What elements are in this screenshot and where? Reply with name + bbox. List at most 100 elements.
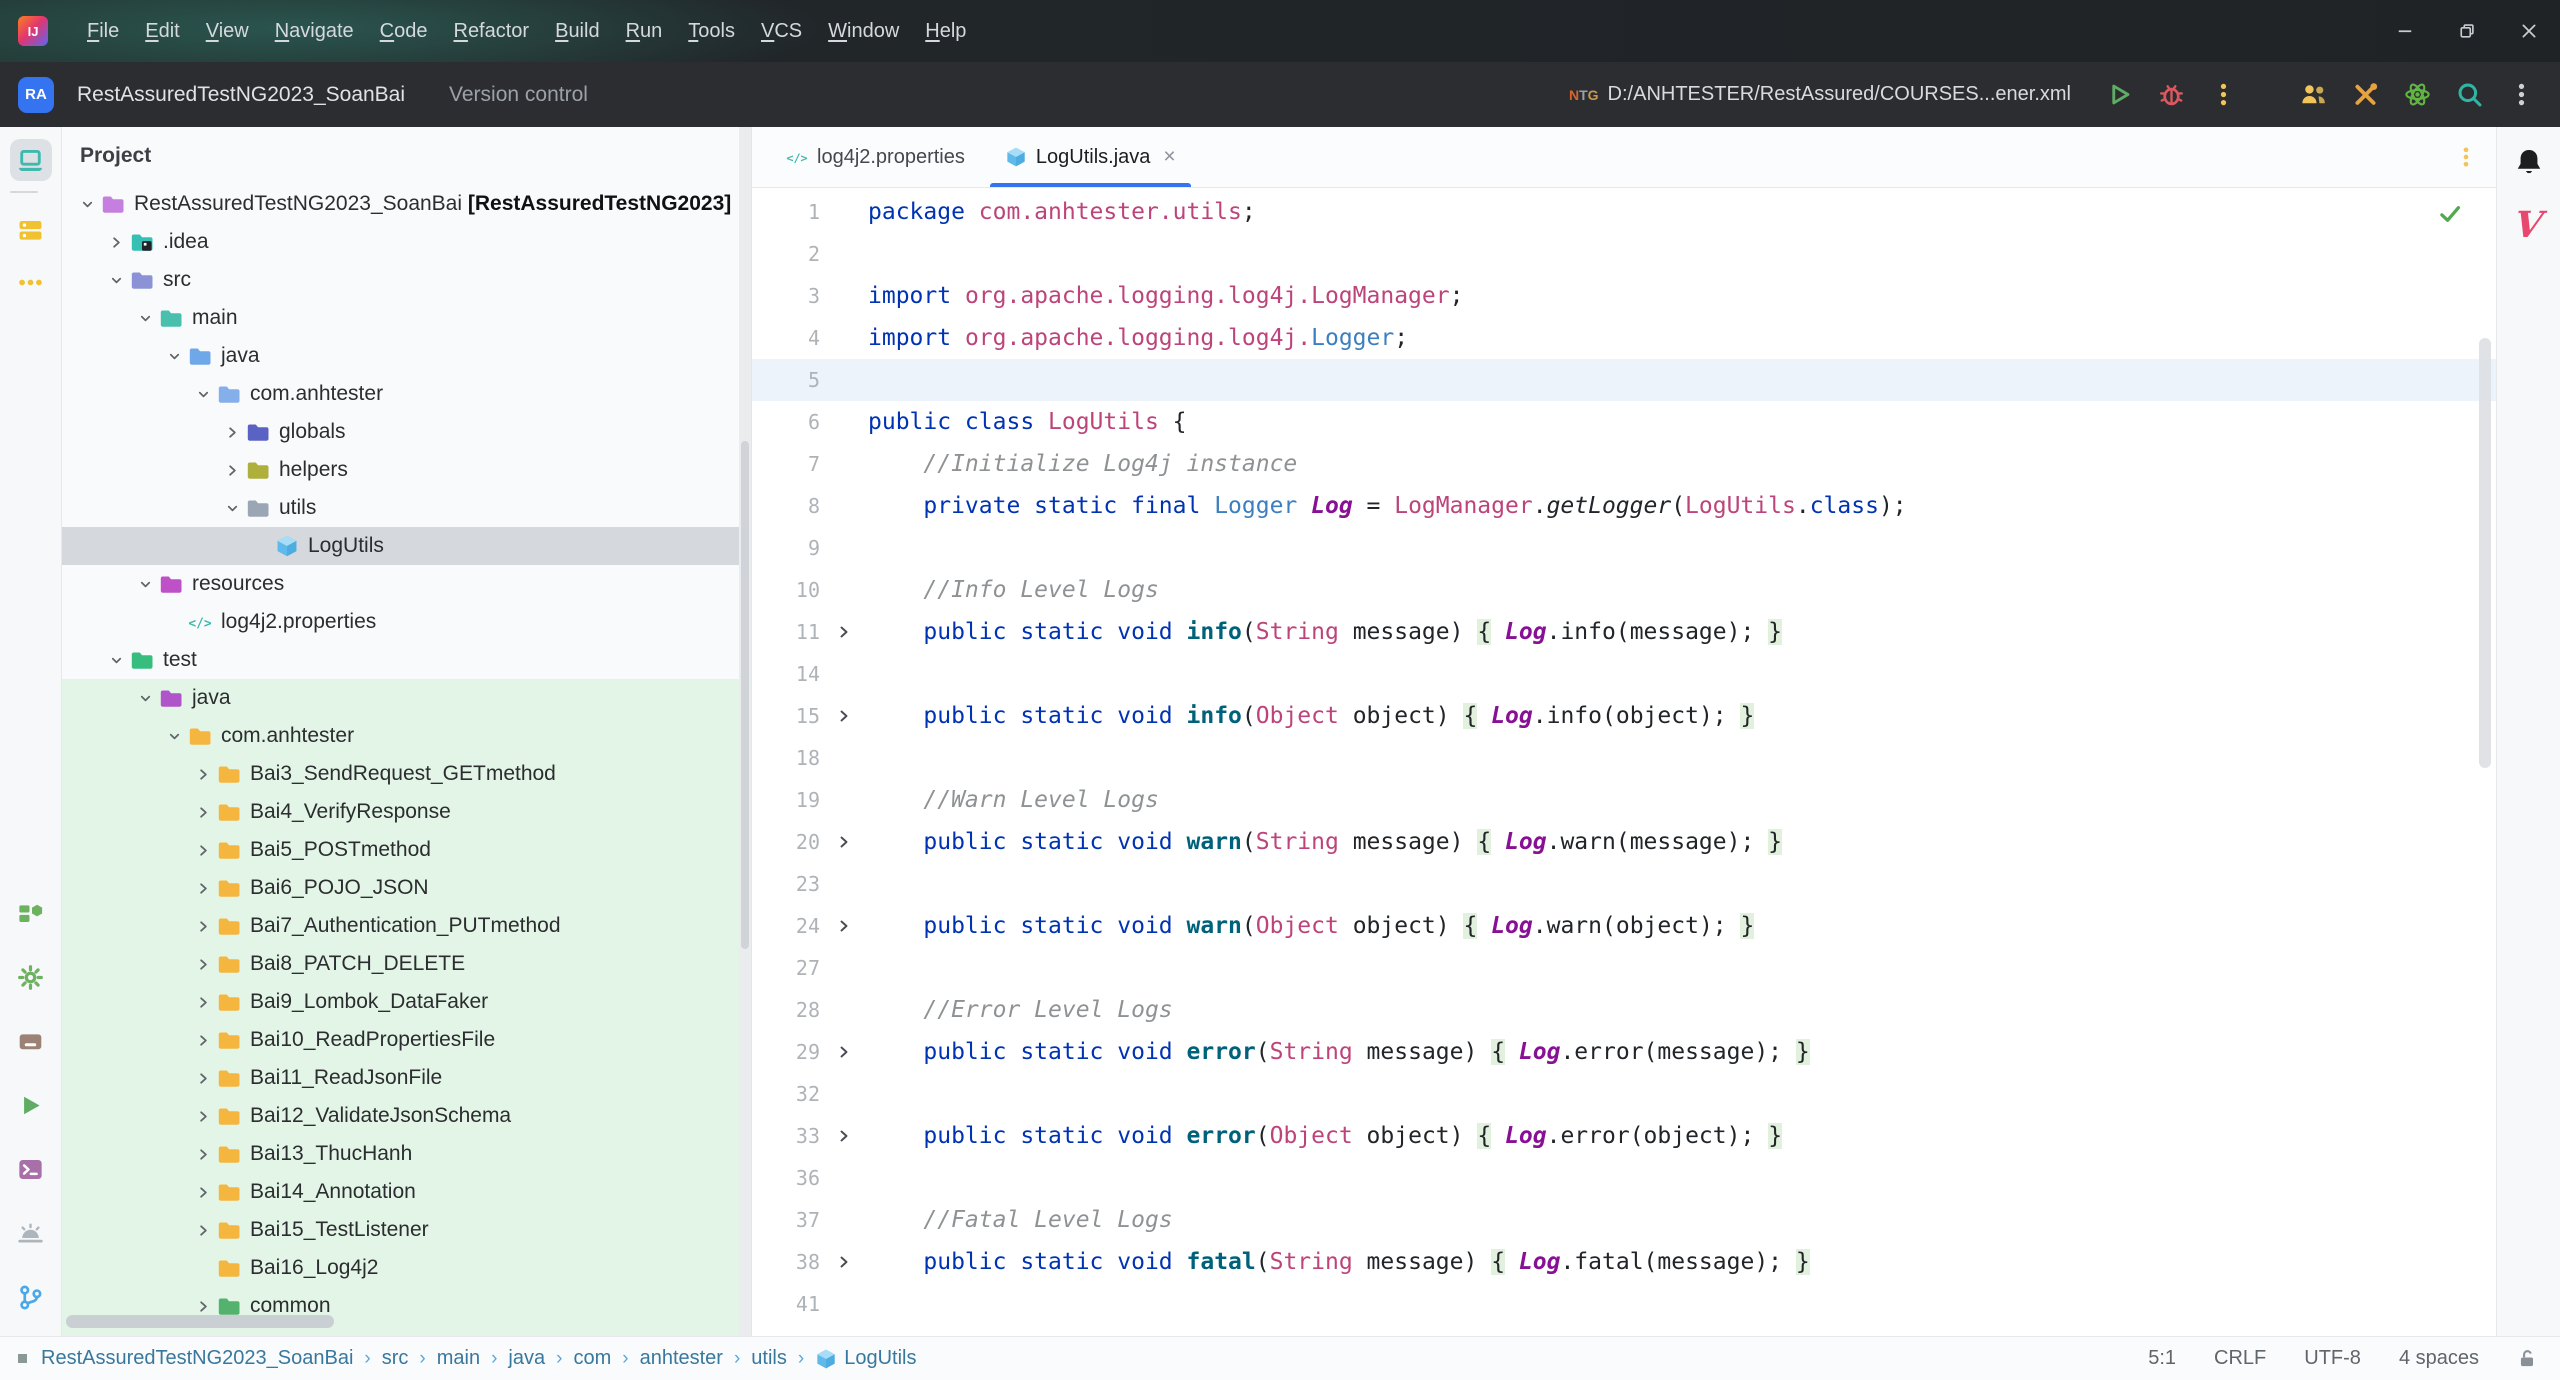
tab-log4j2-properties[interactable]: </> log4j2.properties (766, 127, 985, 187)
debug-button[interactable] (2150, 74, 2192, 116)
tree-item-java[interactable]: java (62, 337, 751, 375)
chevron-expanded-icon[interactable] (190, 387, 217, 402)
chevron-expanded-icon[interactable] (132, 577, 159, 592)
code-line-6[interactable]: 6 public class LogUtils { (752, 401, 2496, 443)
chevron-collapsed-icon[interactable] (190, 1109, 217, 1124)
chevron-collapsed-icon[interactable] (190, 843, 217, 858)
menu-build[interactable]: Build (542, 13, 612, 50)
breadcrumb-item[interactable]: src (382, 1347, 409, 1370)
fold-arrow-icon[interactable] (820, 918, 868, 934)
code-line-3[interactable]: 3 import org.apache.logging.log4j.LogMana… (752, 275, 2496, 317)
code-line-24[interactable]: 24 public static void warn(Object object… (752, 905, 2496, 947)
chevron-collapsed-icon[interactable] (190, 881, 217, 896)
chevron-collapsed-icon[interactable] (190, 1185, 217, 1200)
tree-item-bai16-log4j2[interactable]: Bai16_Log4j2 (62, 1249, 751, 1287)
breadcrumb-item[interactable]: java (508, 1347, 545, 1370)
code-line-27[interactable]: 27 (752, 947, 2496, 989)
code-line-19[interactable]: 19 //Warn Level Logs (752, 779, 2496, 821)
project-avatar[interactable]: RA (18, 76, 54, 113)
project-switcher-button[interactable]: RestAssuredTestNG2023_SoanBai (67, 75, 423, 115)
tree-item-resources[interactable]: resources (62, 565, 751, 603)
code-line-41[interactable]: 41 (752, 1283, 2496, 1325)
editor-scrollbar[interactable] (2479, 338, 2491, 768)
menu-code[interactable]: Code (367, 13, 441, 50)
code-line-1[interactable]: 1 package com.anhtester.utils; (752, 191, 2496, 233)
close-tab-icon[interactable]: × (1159, 145, 1175, 169)
code-line-38[interactable]: 38 public static void fatal(String messa… (752, 1241, 2496, 1283)
chevron-collapsed-icon[interactable] (190, 1299, 217, 1314)
more-tools-button[interactable] (10, 261, 52, 303)
code-line-32[interactable]: 32 (752, 1073, 2496, 1115)
code-line-20[interactable]: 20 public static void warn(String messag… (752, 821, 2496, 863)
fold-arrow-icon[interactable] (820, 834, 868, 850)
tree-item-restassuredtestng2023-soanbai[interactable]: RestAssuredTestNG2023_SoanBai [RestAssur… (62, 185, 751, 223)
tree-item-bai9-lombok-datafaker[interactable]: Bai9_Lombok_DataFaker (62, 983, 751, 1021)
notifications-bell-icon[interactable] (2514, 147, 2544, 177)
project-panel-header[interactable]: Project (62, 127, 751, 185)
code-line-37[interactable]: 37 //Fatal Level Logs (752, 1199, 2496, 1241)
readonly-lock-icon[interactable] (2517, 1348, 2538, 1369)
fold-arrow-icon[interactable] (820, 708, 868, 724)
problems-tool-button[interactable] (10, 1212, 52, 1254)
menu-edit[interactable]: Edit (132, 13, 192, 50)
code-editor[interactable]: 1 package com.anhtester.utils; 2 3 import or… (752, 188, 2496, 1336)
chevron-collapsed-icon[interactable] (190, 1223, 217, 1238)
code-with-me-button[interactable] (2292, 74, 2334, 116)
tree-item-bai10-readpropertiesfile[interactable]: Bai10_ReadPropertiesFile (62, 1021, 751, 1059)
tree-item-com-anhtester[interactable]: com.anhtester (62, 717, 751, 755)
code-line-8[interactable]: 8 private static final Logger Log = LogM… (752, 485, 2496, 527)
chevron-expanded-icon[interactable] (161, 349, 188, 364)
chevron-collapsed-icon[interactable] (190, 1147, 217, 1162)
run-configuration-selector[interactable]: NTG D:/ANHTESTER/RestAssured/COURSES...e… (1561, 77, 2088, 112)
chevron-expanded-icon[interactable] (161, 729, 188, 744)
chevron-collapsed-icon[interactable] (190, 1033, 217, 1048)
tree-horizontal-scrollbar[interactable] (66, 1315, 334, 1328)
breadcrumb-item[interactable]: RestAssuredTestNG2023_SoanBai (41, 1347, 353, 1370)
menu-window[interactable]: Window (815, 13, 912, 50)
chevron-collapsed-icon[interactable] (103, 235, 130, 250)
tree-item-bai14-annotation[interactable]: Bai14_Annotation (62, 1173, 751, 1211)
breadcrumb-item[interactable]: anhtester (640, 1347, 723, 1370)
chevron-collapsed-icon[interactable] (219, 463, 246, 478)
tree-item-bai7-authentication-putmethod[interactable]: Bai7_Authentication_PUTmethod (62, 907, 751, 945)
code-line-15[interactable]: 15 public static void info(Object object… (752, 695, 2496, 737)
chevron-expanded-icon[interactable] (132, 691, 159, 706)
chevron-collapsed-icon[interactable] (190, 957, 217, 972)
line-ending-widget[interactable]: CRLF (2214, 1347, 2266, 1370)
fold-arrow-icon[interactable] (820, 1254, 868, 1270)
menu-vcs[interactable]: VCS (748, 13, 815, 50)
code-line-2[interactable]: 2 (752, 233, 2496, 275)
build-tool-button[interactable] (10, 892, 52, 934)
dependencies-tool-button[interactable] (10, 1020, 52, 1062)
code-line-23[interactable]: 23 (752, 863, 2496, 905)
menu-refactor[interactable]: Refactor (440, 13, 542, 50)
chevron-expanded-icon[interactable] (103, 653, 130, 668)
menu-help[interactable]: Help (912, 13, 979, 50)
tree-item-bai5-postmethod[interactable]: Bai5_POSTmethod (62, 831, 751, 869)
run-tool-button[interactable] (10, 1084, 52, 1126)
tree-item-test[interactable]: test (62, 641, 751, 679)
chevron-collapsed-icon[interactable] (190, 919, 217, 934)
tree-item--idea[interactable]: .idea (62, 223, 751, 261)
tree-item-main[interactable]: main (62, 299, 751, 337)
vcs-widget-button[interactable]: Version control (439, 75, 606, 115)
tree-item-com-anhtester[interactable]: com.anhtester (62, 375, 751, 413)
search-everywhere-button[interactable] (2448, 74, 2490, 116)
chevron-collapsed-icon[interactable] (190, 1071, 217, 1086)
terminal-tool-button[interactable] (10, 1148, 52, 1190)
tree-item-logutils[interactable]: LogUtils (62, 527, 751, 565)
breadcrumb-item[interactable]: main (437, 1347, 480, 1370)
code-line-33[interactable]: 33 public static void error(Object objec… (752, 1115, 2496, 1157)
tree-vertical-scrollbar[interactable] (739, 127, 751, 1336)
profiler-button[interactable] (2396, 74, 2438, 116)
tree-item-globals[interactable]: globals (62, 413, 751, 451)
build-tools-button[interactable] (2344, 74, 2386, 116)
indent-widget[interactable]: 4 spaces (2399, 1347, 2479, 1370)
menu-view[interactable]: View (193, 13, 262, 50)
encoding-widget[interactable]: UTF-8 (2304, 1347, 2361, 1370)
chevron-collapsed-icon[interactable] (190, 805, 217, 820)
fold-arrow-icon[interactable] (820, 1044, 868, 1060)
commit-tool-button[interactable] (10, 209, 52, 251)
breadcrumb-item[interactable]: com (573, 1347, 611, 1370)
minimize-button[interactable] (2374, 0, 2436, 62)
